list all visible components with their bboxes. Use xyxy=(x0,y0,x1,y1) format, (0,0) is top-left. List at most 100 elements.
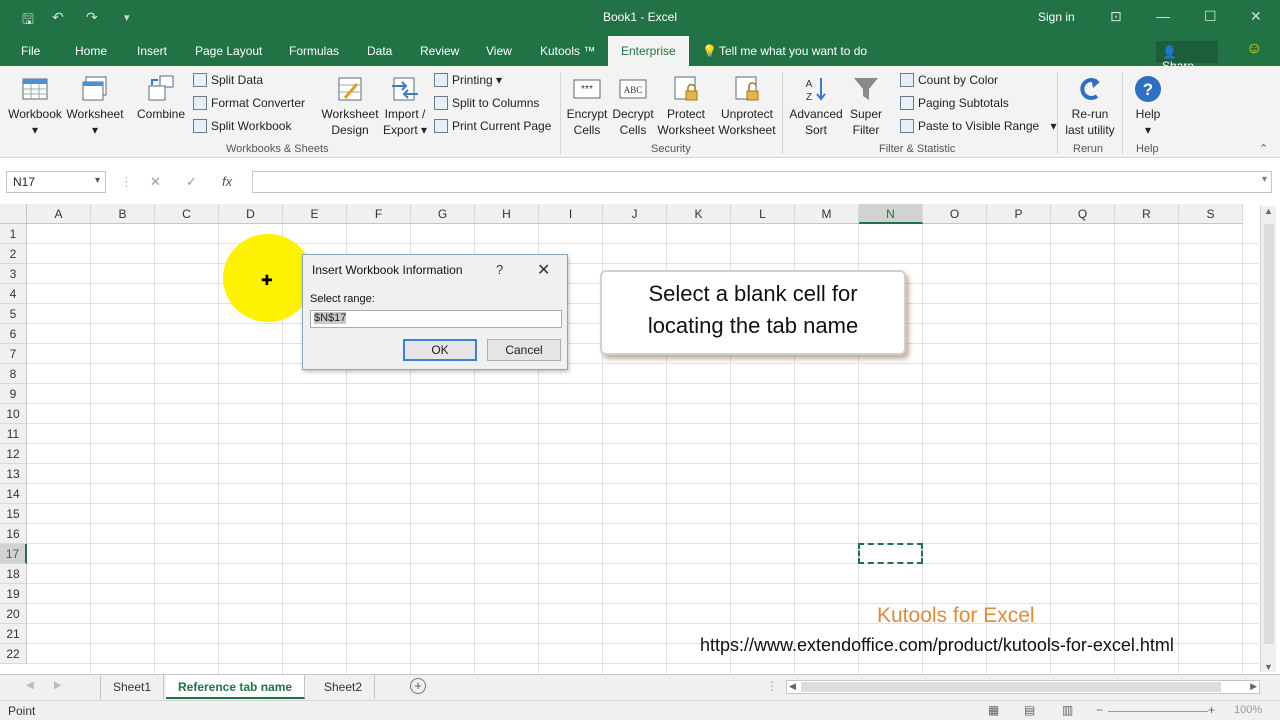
sheet-tab-sheet2[interactable]: Sheet2 xyxy=(312,675,376,699)
row-header-13[interactable]: 13 xyxy=(0,464,27,484)
row-header-9[interactable]: 9 xyxy=(0,384,27,404)
page-layout-view-icon[interactable]: ▤ xyxy=(1024,703,1035,717)
zoom-out-icon[interactable]: − xyxy=(1096,703,1103,717)
row-header-18[interactable]: 18 xyxy=(0,564,27,584)
insert-function-icon[interactable]: fx xyxy=(222,174,232,189)
row-header-22[interactable]: 22 xyxy=(0,644,27,664)
sign-in-link[interactable]: Sign in xyxy=(1038,10,1075,24)
row-header-2[interactable]: 2 xyxy=(0,244,27,264)
row-header-7[interactable]: 7 xyxy=(0,344,27,364)
row-header-20[interactable]: 20 xyxy=(0,604,27,624)
encrypt-cells-button[interactable]: *** Encrypt Cells xyxy=(564,74,610,138)
count-by-color-button[interactable]: Count by Color xyxy=(900,73,998,87)
protect-worksheet-button[interactable]: Protect Worksheet xyxy=(656,74,716,138)
tab-insert[interactable]: Insert xyxy=(137,44,167,58)
import-export-button[interactable]: Import / Export ▾ xyxy=(380,74,430,138)
cancel-button[interactable]: Cancel xyxy=(487,339,561,361)
row-header-15[interactable]: 15 xyxy=(0,504,27,524)
workbook-button[interactable]: Workbook ▾ xyxy=(6,74,64,138)
column-header-n[interactable]: N xyxy=(859,204,923,224)
sheet-tab-reference-tab-name[interactable]: Reference tab name xyxy=(166,675,306,699)
column-header-c[interactable]: C xyxy=(155,204,219,224)
column-header-e[interactable]: E xyxy=(283,204,347,224)
formula-input[interactable] xyxy=(252,171,1272,193)
tab-page-layout[interactable]: Page Layout xyxy=(195,44,262,58)
row-header-14[interactable]: 14 xyxy=(0,484,27,504)
maximize-icon[interactable]: ☐ xyxy=(1204,8,1217,25)
ribbon-display-options-icon[interactable]: ⊡ xyxy=(1110,8,1122,25)
sheet-tab-sheet1[interactable]: Sheet1 xyxy=(100,675,165,699)
column-header-l[interactable]: L xyxy=(731,204,795,224)
vertical-scrollbar[interactable]: ▲ ▼ xyxy=(1260,206,1276,672)
enter-checkmark-icon[interactable]: ✓ xyxy=(186,174,197,190)
row-header-5[interactable]: 5 xyxy=(0,304,27,324)
row-header-19[interactable]: 19 xyxy=(0,584,27,604)
row-header-21[interactable]: 21 xyxy=(0,624,27,644)
select-all-corner[interactable] xyxy=(0,204,27,224)
decrypt-cells-button[interactable]: ABC Decrypt Cells xyxy=(610,74,656,138)
select-range-input[interactable]: $N$17 xyxy=(310,310,562,328)
advanced-sort-button[interactable]: AZ Advanced Sort xyxy=(786,74,846,138)
column-header-m[interactable]: M xyxy=(795,204,859,224)
close-window-icon[interactable]: ✕ xyxy=(1250,8,1262,25)
tab-formulas[interactable]: Formulas xyxy=(289,44,339,58)
tab-file[interactable]: File xyxy=(21,44,40,58)
help-button[interactable]: ? Help ▾ xyxy=(1126,74,1170,138)
super-filter-button[interactable]: Super Filter xyxy=(846,74,886,138)
combine-button[interactable]: Combine xyxy=(134,74,188,122)
name-box[interactable]: N17 ▾ xyxy=(6,171,106,193)
tab-review[interactable]: Review xyxy=(420,44,459,58)
tab-view[interactable]: View xyxy=(486,44,512,58)
row-header-1[interactable]: 1 xyxy=(0,224,27,244)
minimize-icon[interactable]: — xyxy=(1156,8,1170,24)
zoom-slider[interactable] xyxy=(1108,711,1208,712)
print-current-page-button[interactable]: Print Current Page xyxy=(434,119,551,133)
column-header-b[interactable]: B xyxy=(91,204,155,224)
tell-me-search[interactable]: Tell me what you want to do xyxy=(719,44,867,58)
column-header-i[interactable]: I xyxy=(539,204,603,224)
row-header-4[interactable]: 4 xyxy=(0,284,27,304)
column-header-p[interactable]: P xyxy=(987,204,1051,224)
row-header-16[interactable]: 16 xyxy=(0,524,27,544)
row-header-17[interactable]: 17 xyxy=(0,544,27,564)
ok-button[interactable]: OK xyxy=(403,339,477,361)
zoom-level[interactable]: 100% xyxy=(1234,704,1262,716)
column-header-s[interactable]: S xyxy=(1179,204,1243,224)
split-to-columns-button[interactable]: Split to Columns xyxy=(434,96,539,110)
tab-enterprise[interactable]: Enterprise xyxy=(608,36,689,66)
column-header-a[interactable]: A xyxy=(27,204,91,224)
column-header-h[interactable]: H xyxy=(475,204,539,224)
horizontal-scrollbar[interactable]: ◀ ▶ xyxy=(786,680,1260,694)
row-header-11[interactable]: 11 xyxy=(0,424,27,444)
collapse-ribbon-icon[interactable]: ⌃ xyxy=(1259,142,1268,155)
tab-home[interactable]: Home xyxy=(75,44,107,58)
dialog-help-icon[interactable]: ? xyxy=(496,262,503,277)
row-header-12[interactable]: 12 xyxy=(0,444,27,464)
add-sheet-icon[interactable]: + xyxy=(410,678,426,694)
worksheet-button[interactable]: Worksheet ▾ xyxy=(66,74,124,138)
tab-data[interactable]: Data xyxy=(367,44,392,58)
row-header-6[interactable]: 6 xyxy=(0,324,27,344)
zoom-in-icon[interactable]: + xyxy=(1208,703,1215,717)
feedback-smiley-icon[interactable]: ☺ xyxy=(1246,40,1262,58)
column-header-d[interactable]: D xyxy=(219,204,283,224)
split-data-button[interactable]: Split Data xyxy=(193,73,263,87)
row-header-10[interactable]: 10 xyxy=(0,404,27,424)
column-header-f[interactable]: F xyxy=(347,204,411,224)
row-header-3[interactable]: 3 xyxy=(0,264,27,284)
column-header-q[interactable]: Q xyxy=(1051,204,1115,224)
next-sheet-icon[interactable]: ▶ xyxy=(54,680,62,691)
dialog-close-icon[interactable]: ✕ xyxy=(537,260,550,280)
vertical-scroll-thumb[interactable] xyxy=(1264,224,1274,644)
column-header-k[interactable]: K xyxy=(667,204,731,224)
page-break-view-icon[interactable]: ▥ xyxy=(1062,703,1073,717)
tab-kutools[interactable]: Kutools ™ xyxy=(540,44,595,58)
tab-split-handle[interactable]: ⋮ xyxy=(766,679,778,693)
column-header-o[interactable]: O xyxy=(923,204,987,224)
column-header-r[interactable]: R xyxy=(1115,204,1179,224)
column-header-g[interactable]: G xyxy=(411,204,475,224)
selected-cell-marquee[interactable] xyxy=(858,543,923,564)
cancel-entry-icon[interactable]: ✕ xyxy=(150,174,161,190)
worksheet-design-button[interactable]: Worksheet Design xyxy=(318,74,382,138)
horizontal-scroll-thumb[interactable] xyxy=(801,682,1221,692)
